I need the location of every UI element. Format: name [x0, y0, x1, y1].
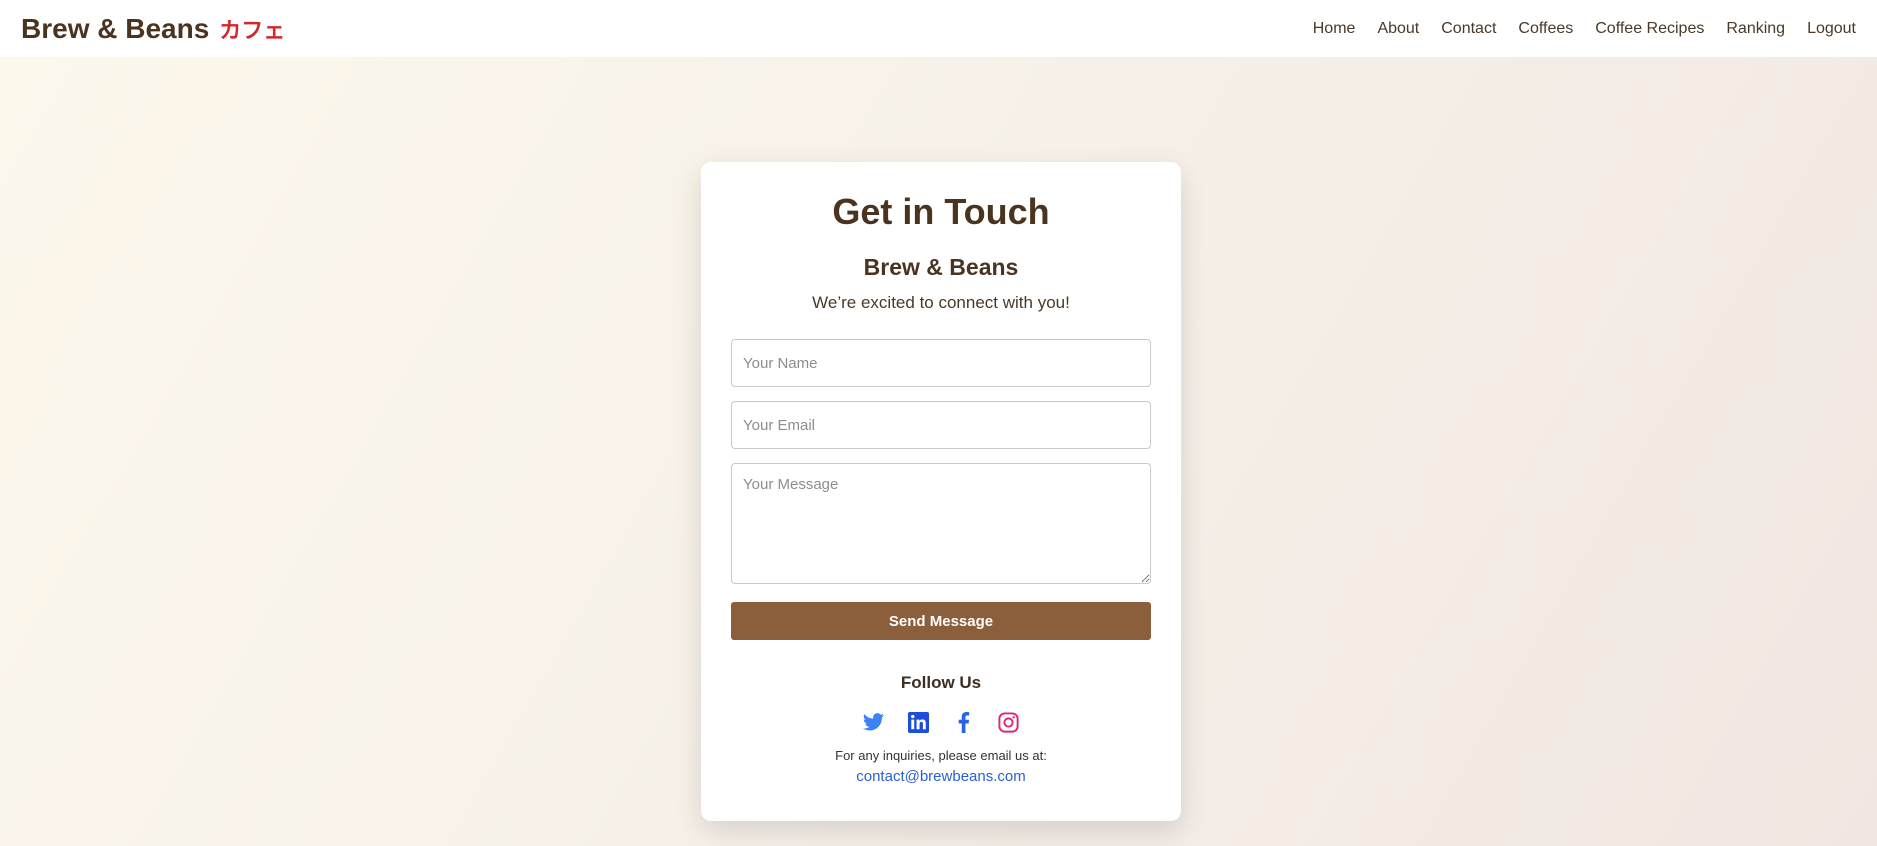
nav-link-about[interactable]: About: [1377, 20, 1419, 38]
card-subtitle: Brew & Beans: [863, 254, 1019, 280]
nav-link-ranking[interactable]: Ranking: [1726, 20, 1785, 38]
twitter-icon[interactable]: [862, 711, 885, 734]
nav-link-coffees[interactable]: Coffees: [1518, 20, 1573, 38]
contact-form: Send Message: [731, 339, 1151, 641]
email-input[interactable]: [731, 401, 1151, 450]
social-links: [731, 711, 1151, 734]
message-textarea[interactable]: [731, 463, 1151, 585]
card-tagline: We’re excited to connect with you!: [812, 293, 1070, 312]
nav-link-logout[interactable]: Logout: [1807, 20, 1856, 38]
page-title: Get in Touch: [832, 191, 1050, 232]
nav-menu: Home About Contact Coffees Coffee Recipe…: [1291, 20, 1856, 38]
nav-link-contact[interactable]: Contact: [1441, 20, 1496, 38]
facebook-icon[interactable]: [952, 711, 975, 734]
follow-us-heading: Follow Us: [900, 673, 982, 693]
brand-name: Brew & Beans: [21, 12, 210, 44]
inquiry-text: For any inquiries, please email us at:: [835, 748, 1047, 764]
nav-link-home[interactable]: Home: [1313, 20, 1356, 38]
send-message-button[interactable]: Send Message: [731, 602, 1151, 641]
linkedin-icon[interactable]: [907, 711, 930, 734]
top-navbar: Brew & Beans カフェ Home About Contact Coff…: [0, 0, 1877, 57]
brand-logo[interactable]: Brew & Beans カフェ: [21, 13, 285, 45]
nav-link-coffee-recipes[interactable]: Coffee Recipes: [1595, 20, 1704, 38]
instagram-icon[interactable]: [997, 711, 1020, 734]
brand-japanese-text: カフェ: [219, 18, 286, 44]
contact-card: Get in Touch Brew & Beans We’re excited …: [701, 162, 1181, 821]
name-input[interactable]: [731, 339, 1151, 388]
contact-email-link[interactable]: contact@brewbeans.com: [856, 768, 1025, 785]
